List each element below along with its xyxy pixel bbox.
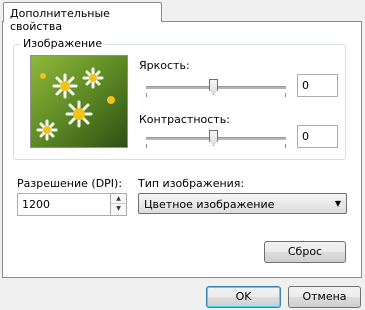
resolution-spinner[interactable]: ▲ ▼ [110, 193, 127, 216]
resolution-label: Разрешение (DPI): [17, 177, 123, 190]
brightness-value-field[interactable]: 0 [297, 74, 338, 97]
spin-down-icon[interactable]: ▼ [111, 204, 126, 214]
contrast-tick-max [285, 144, 286, 148]
chevron-down-icon: ▼ [334, 199, 341, 208]
reset-button[interactable]: Сброс [264, 241, 346, 263]
resolution-input[interactable]: 1200 [17, 193, 111, 216]
brightness-label: Яркость: [139, 59, 190, 72]
image-group-title: Изображение [20, 37, 106, 50]
brightness-tick-min [146, 93, 147, 97]
tab-advanced-properties[interactable]: Дополнительные свойства [3, 2, 162, 33]
image-type-label: Тип изображения: [138, 177, 245, 190]
spin-up-icon[interactable]: ▲ [111, 194, 126, 204]
image-type-selected: Цветное изображение [144, 198, 275, 211]
image-preview [30, 55, 128, 148]
contrast-value-field[interactable]: 0 [297, 125, 338, 148]
contrast-tick-min [146, 144, 147, 148]
ok-button[interactable]: OK [206, 286, 281, 308]
image-type-dropdown[interactable]: Цветное изображение ▼ [138, 193, 347, 214]
brightness-tick-max [285, 93, 286, 97]
cancel-button[interactable]: Отмена [288, 286, 361, 308]
contrast-label: Контрастность: [139, 113, 230, 126]
